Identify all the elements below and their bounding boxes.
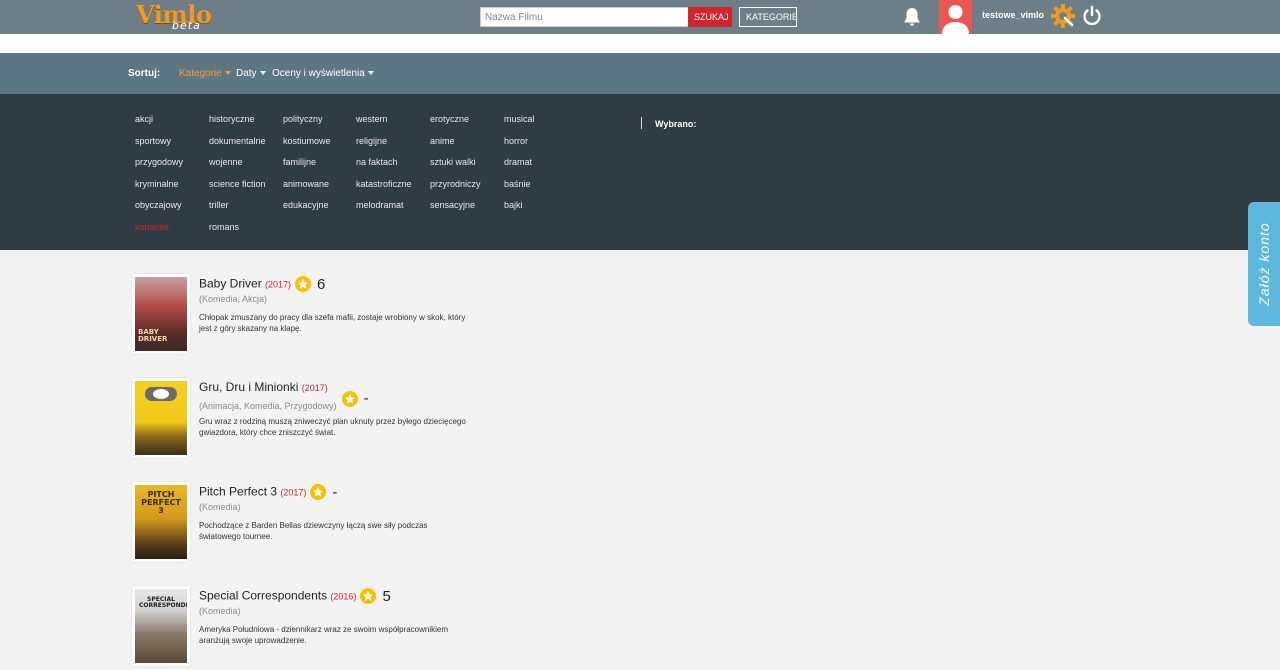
- username-label[interactable]: testowe_vimlo: [982, 10, 1044, 20]
- search-button[interactable]: SZUKAJ: [688, 7, 732, 27]
- movie-genres: (Komedia): [199, 606, 241, 616]
- category-link[interactable]: akcji: [135, 114, 153, 124]
- movie-poster[interactable]: PITCH PERFECT 3: [132, 482, 190, 562]
- sort-option-ratings[interactable]: Oceny i wyświetlenia: [272, 68, 374, 79]
- search-input[interactable]: [480, 7, 690, 27]
- category-link[interactable]: western: [356, 114, 388, 124]
- category-link[interactable]: na faktach: [356, 157, 398, 167]
- movie-year: (2017): [265, 279, 292, 290]
- category-link[interactable]: kostiumowe: [283, 136, 331, 146]
- category-link[interactable]: dokumentalne: [209, 136, 266, 146]
- chevron-down-icon: [367, 71, 374, 76]
- movie-genres: (Komedia, Akcja): [199, 294, 268, 304]
- movie-description: Ameryka Południowa - dziennikarz wraz ze…: [199, 625, 448, 645]
- chevron-down-icon: [259, 71, 266, 76]
- register-tab-label: Załóż konto: [1256, 222, 1272, 306]
- user-avatar[interactable]: [939, 0, 972, 34]
- category-link[interactable]: musical: [504, 114, 535, 124]
- notification-bell-icon[interactable]: [900, 5, 924, 29]
- settings-gear-icon[interactable]: [1050, 3, 1076, 29]
- movie-title[interactable]: Pitch Perfect 3 (2017) -: [199, 483, 338, 501]
- category-link[interactable]: obyczajowy: [135, 200, 182, 210]
- movie-item[interactable]: SPECIAL CORRESPONDENTS Special Correspon…: [132, 586, 552, 670]
- category-link[interactable]: komedie: [135, 222, 169, 232]
- movie-rating: 5: [382, 588, 391, 605]
- category-link[interactable]: romans: [209, 222, 239, 232]
- movie-poster[interactable]: [132, 378, 190, 458]
- star-icon: [295, 275, 312, 292]
- top-navbar: Vimlo beta SZUKAJ KATEGORIE testowe_viml…: [0, 0, 1280, 34]
- site-logo[interactable]: Vimlo beta: [136, 2, 216, 33]
- movie-genres: (Animacja, Komedia, Przygodowy) -: [199, 390, 369, 411]
- category-link[interactable]: familijne: [283, 157, 316, 167]
- movie-year: (2017): [280, 487, 307, 498]
- category-link[interactable]: anime: [430, 136, 455, 146]
- category-link[interactable]: kryminalne: [135, 179, 179, 189]
- register-account-tab[interactable]: Załóż konto: [1248, 202, 1280, 326]
- movie-poster[interactable]: SPECIAL CORRESPONDENTS: [132, 586, 190, 666]
- category-link[interactable]: erotyczne: [430, 114, 469, 124]
- movie-item[interactable]: PITCH PERFECT 3 Pitch Perfect 3 (2017) - …: [132, 482, 552, 566]
- category-link[interactable]: katastroficzne: [356, 179, 412, 189]
- movie-title[interactable]: Baby Driver (2017) 6: [199, 275, 326, 293]
- category-link[interactable]: baśnie: [504, 179, 531, 189]
- category-link[interactable]: animowane: [283, 179, 329, 189]
- movie-rating: 6: [317, 276, 326, 293]
- movie-item[interactable]: BABY DRIVER Baby Driver (2017) 6 (Komedia…: [132, 274, 552, 358]
- poster-title-text: SPECIAL CORRESPONDENTS: [139, 596, 187, 609]
- movie-rating: -: [332, 484, 338, 501]
- category-link[interactable]: edukacyjne: [283, 200, 329, 210]
- logout-power-icon[interactable]: [1081, 5, 1103, 27]
- movie-year: (2017): [301, 383, 328, 393]
- categories-button[interactable]: KATEGORIE: [739, 7, 798, 27]
- category-link[interactable]: religijne: [356, 136, 387, 146]
- category-link[interactable]: horror: [504, 136, 528, 146]
- sort-bar: Sortuj: Kategorie Daty Oceny i wyświetle…: [0, 53, 1280, 94]
- movie-title[interactable]: Gru, Dru i Minionki (2017): [199, 380, 328, 394]
- star-icon: [341, 390, 358, 407]
- categories-panel: akcji sportowy przygodowy kryminalne obyczaj…: [0, 94, 1280, 250]
- movie-year: (2016): [330, 591, 357, 602]
- divider: [641, 117, 642, 129]
- poster-title-text: PITCH PERFECT 3: [141, 490, 181, 515]
- category-link[interactable]: przyrodniczy: [430, 179, 481, 189]
- chevron-down-icon: [224, 71, 231, 76]
- movie-description: Pochodzące z Barden Bellas dziewczyny łą…: [199, 521, 428, 541]
- movie-description: Gru wraz z rodziną muszą zniweczyć plan …: [199, 417, 466, 437]
- category-link[interactable]: science fiction: [209, 179, 266, 189]
- sort-option-dates[interactable]: Daty: [236, 68, 266, 79]
- header-spacer: [0, 34, 1280, 53]
- movie-genres: (Komedia): [199, 502, 241, 512]
- category-link[interactable]: melodramat: [356, 200, 404, 210]
- movie-description: Chłopak zmuszany do pracy dla szefa mafi…: [199, 313, 466, 333]
- category-link[interactable]: bajki: [504, 200, 523, 210]
- category-link[interactable]: historyczne: [209, 114, 255, 124]
- sort-label: Sortuj:: [128, 68, 161, 79]
- star-icon: [310, 483, 327, 500]
- movie-poster[interactable]: BABY DRIVER: [132, 274, 190, 354]
- category-link[interactable]: wojenne: [209, 157, 243, 167]
- movie-rating: -: [363, 390, 369, 407]
- logo-beta: beta: [172, 19, 201, 32]
- category-link[interactable]: triller: [209, 200, 229, 210]
- star-icon: [360, 587, 377, 604]
- poster-title-text: BABY DRIVER: [138, 328, 168, 343]
- movie-title[interactable]: Special Correspondents (2016) 5: [199, 587, 391, 605]
- category-link[interactable]: polityczny: [283, 114, 323, 124]
- category-link[interactable]: sensacyjne: [430, 200, 475, 210]
- category-link[interactable]: dramat: [504, 157, 532, 167]
- category-link[interactable]: sztuki walki: [430, 157, 476, 167]
- category-link[interactable]: przygodowy: [135, 157, 183, 167]
- category-link[interactable]: sportowy: [135, 136, 171, 146]
- sort-option-categories[interactable]: Kategorie: [179, 68, 231, 79]
- chosen-label: Wybrano:: [655, 119, 697, 129]
- movie-item[interactable]: Gru, Dru i Minionki (2017) (Animacja, Ko…: [132, 378, 552, 462]
